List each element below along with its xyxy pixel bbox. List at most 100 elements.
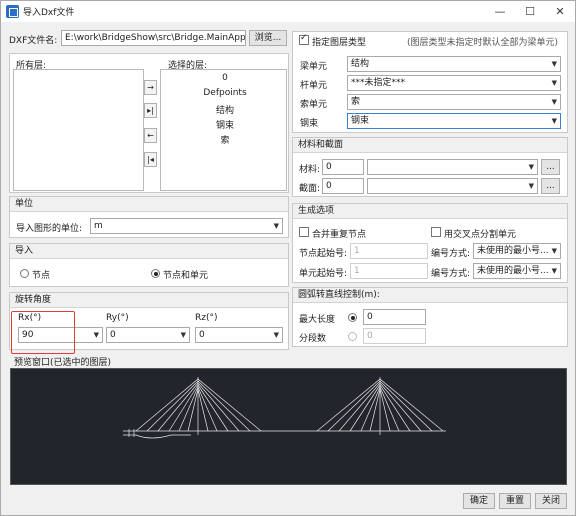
layer-type-checkbox[interactable]: [299, 33, 309, 45]
layer-type-hint: (图层类型未指定时默认全部为梁单元): [407, 38, 559, 48]
import-nodes-radio[interactable]: [20, 269, 29, 278]
list-item[interactable]: 0: [161, 73, 289, 83]
chevron-down-icon: ▼: [551, 247, 557, 255]
minimize-button[interactable]: —: [485, 1, 515, 22]
elem-start-input[interactable]: 1: [350, 263, 428, 279]
ry-label: Ry(°): [106, 313, 129, 323]
list-item[interactable]: 钢束: [161, 118, 289, 131]
ry-select[interactable]: 0 ▼: [106, 327, 190, 343]
unit-label: 导入图形的单位:: [16, 224, 83, 234]
bridge-preview-drawing: [123, 377, 446, 439]
dxf-file-label: DXF文件名:: [9, 36, 58, 46]
preview-title: 预览窗口(已选中的图层): [14, 358, 112, 368]
arrow-left-end-icon: |◂: [147, 155, 154, 164]
rz-select[interactable]: 0 ▼: [195, 327, 283, 343]
cable-layer-select[interactable]: 索 ▼: [347, 94, 561, 110]
ok-button[interactable]: 确定: [463, 493, 495, 509]
minimize-icon: —: [494, 5, 506, 18]
close-icon: ✕: [555, 5, 565, 18]
browse-button[interactable]: 浏览...: [249, 30, 287, 46]
unit-group-title: 单位: [10, 197, 288, 212]
maximize-icon: ☐: [525, 5, 535, 18]
material-more-button[interactable]: ...: [541, 159, 560, 175]
tendon-label: 钢束: [300, 119, 319, 129]
list-item[interactable]: Defpoints: [161, 88, 289, 98]
import-nodes-elems-radio[interactable]: [151, 269, 160, 278]
preview-canvas[interactable]: [10, 368, 567, 485]
rx-highlight-box: [11, 311, 75, 354]
all-layers-list[interactable]: [13, 69, 144, 191]
arrow-right-icon: →: [147, 83, 154, 92]
maximize-button[interactable]: ☐: [515, 1, 545, 22]
section-more-button[interactable]: ...: [541, 178, 560, 194]
tendon-layer-select[interactable]: 钢束 ▼: [347, 113, 561, 129]
material-label: 材料:: [299, 165, 321, 175]
arrow-right-end-icon: ▸|: [147, 106, 154, 115]
truss-layer-select[interactable]: ***未指定*** ▼: [347, 75, 561, 91]
reset-button[interactable]: 重置: [499, 493, 531, 509]
chevron-down-icon: ▼: [551, 79, 557, 87]
selected-layers-list[interactable]: 0 Defpoints 结构 钢束 索: [160, 69, 287, 191]
title-bar: 导入Dxf文件 — ☐ ✕: [1, 1, 575, 22]
layer-type-group: 指定图层类型 (图层类型未指定时默认全部为梁单元) 梁单元 结构▼ 杆单元 **…: [292, 31, 568, 133]
chevron-down-icon: ▼: [551, 117, 557, 125]
arrow-left-icon: ←: [147, 131, 154, 140]
node-numbering-label: 编号方式:: [431, 249, 471, 259]
node-start-label: 节点起始号:: [299, 249, 348, 259]
cable-label: 索单元: [300, 100, 328, 110]
elem-numbering-label: 编号方式:: [431, 269, 471, 279]
split-elements-label: 用交叉点分割单元: [444, 230, 517, 240]
list-item[interactable]: 索: [161, 133, 289, 146]
arc-control-title: 圆弧转直线控制(m):: [293, 288, 567, 303]
app-icon: [6, 5, 19, 18]
segments-label: 分段数: [299, 334, 327, 344]
move-all-left-button[interactable]: |◂: [144, 152, 157, 167]
beam-label: 梁单元: [300, 62, 328, 72]
unit-group: 单位 导入图形的单位: m ▼: [9, 196, 289, 238]
move-right-button[interactable]: →: [144, 80, 157, 95]
import-group: 导入 节点 节点和单元: [9, 243, 289, 287]
split-elements-checkbox[interactable]: [431, 227, 441, 237]
segments-input[interactable]: 0: [363, 328, 426, 344]
beam-layer-select[interactable]: 结构 ▼: [347, 56, 561, 72]
chevron-down-icon: ▼: [551, 267, 557, 275]
arc-control-group: 圆弧转直线控制(m): 最大长度 0 分段数 0: [292, 287, 568, 347]
section-id-input[interactable]: 0: [322, 178, 364, 194]
section-select[interactable]: ▼: [367, 178, 538, 194]
close-window-button[interactable]: ✕: [545, 1, 575, 22]
import-group-title: 导入: [10, 244, 288, 259]
merge-nodes-label: 合并重复节点: [312, 230, 367, 240]
chevron-down-icon: ▼: [273, 331, 279, 339]
elem-numbering-select[interactable]: 未使用的最小号... ▼: [473, 263, 561, 279]
gen-options-title: 生成选项: [293, 204, 567, 219]
node-start-input[interactable]: 1: [350, 243, 428, 259]
max-length-input[interactable]: 0: [363, 309, 426, 325]
rz-label: Rz(°): [195, 313, 218, 323]
material-group-title: 材料和截面: [293, 138, 567, 153]
import-nodes-label: 节点: [32, 271, 51, 281]
merge-nodes-checkbox[interactable]: [299, 227, 309, 237]
chevron-down-icon: ▼: [528, 182, 534, 190]
window-title: 导入Dxf文件: [23, 8, 75, 18]
list-item[interactable]: 结构: [161, 103, 289, 116]
elem-start-label: 单元起始号:: [299, 269, 348, 279]
chevron-down-icon: ▼: [273, 222, 279, 230]
layer-type-title: 指定图层类型: [312, 38, 367, 48]
chevron-down-icon: ▼: [551, 98, 557, 106]
close-button[interactable]: 关闭: [535, 493, 567, 509]
dxf-path-input[interactable]: E:\work\BridgeShow\src\Bridge.MainApp\: [61, 30, 246, 46]
move-all-right-button[interactable]: ▸|: [144, 103, 157, 118]
unit-select[interactable]: m ▼: [90, 218, 283, 234]
max-length-label: 最大长度: [299, 315, 336, 325]
material-id-input[interactable]: 0: [322, 159, 364, 175]
truss-label: 杆单元: [300, 81, 328, 91]
max-length-radio[interactable]: [348, 313, 357, 322]
section-label: 截面:: [299, 184, 321, 194]
node-numbering-select[interactable]: 未使用的最小号... ▼: [473, 243, 561, 259]
import-dxf-dialog: 导入Dxf文件 — ☐ ✕ DXF文件名: E:\work\BridgeShow…: [0, 0, 576, 516]
segments-radio[interactable]: [348, 332, 357, 341]
material-group: 材料和截面 材料: 0 ▼ ... 截面: 0 ▼ ...: [292, 137, 568, 197]
material-select[interactable]: ▼: [367, 159, 538, 175]
move-left-button[interactable]: ←: [144, 128, 157, 143]
chevron-down-icon: ▼: [180, 331, 186, 339]
